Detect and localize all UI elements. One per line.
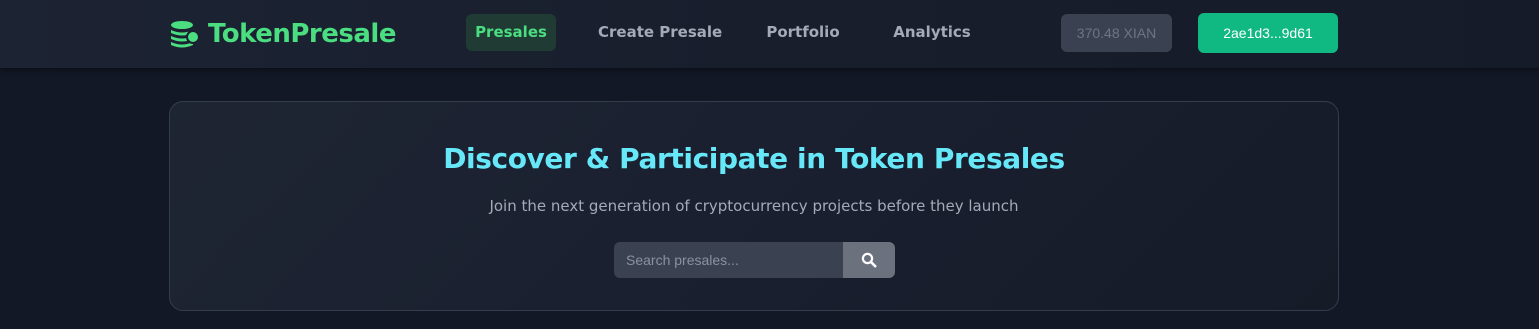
coins-stack-icon <box>171 21 200 48</box>
wallet-address-button[interactable]: 2ae1d3...9d61 <box>1198 13 1338 53</box>
search-input[interactable] <box>614 242 843 278</box>
brand-name: TokenPresale <box>208 19 396 49</box>
search-button[interactable] <box>843 242 895 278</box>
hero-card: Discover & Participate in Token Presales… <box>169 101 1339 311</box>
hero-title: Discover & Participate in Token Presales <box>443 142 1065 175</box>
brand-logo[interactable]: TokenPresale <box>168 16 396 52</box>
hero-subtitle: Join the next generation of cryptocurren… <box>489 197 1019 215</box>
nav-link-portfolio[interactable]: Portfolio <box>758 14 848 51</box>
top-navbar: TokenPresale Presales Create Presale Por… <box>0 0 1539 69</box>
wallet-balance-badge: 370.48 XIAN <box>1061 14 1172 52</box>
nav-link-presales[interactable]: Presales <box>466 14 556 51</box>
nav-link-create-presale[interactable]: Create Presale <box>598 14 722 51</box>
nav-link-analytics[interactable]: Analytics <box>888 14 976 51</box>
search-icon <box>861 252 877 268</box>
